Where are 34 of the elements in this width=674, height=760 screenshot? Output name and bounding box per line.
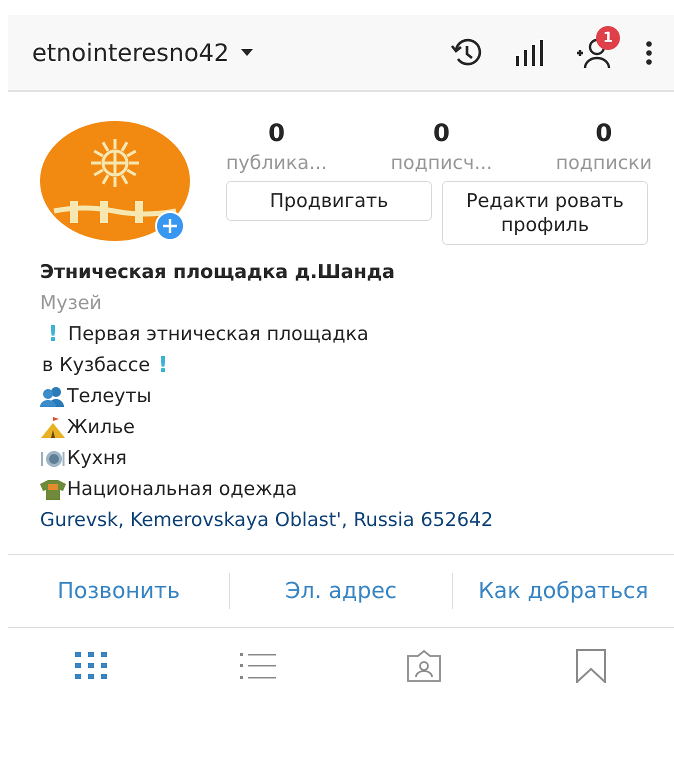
bookmark-icon[interactable]: [576, 648, 606, 682]
profile-category: Музей: [40, 291, 103, 316]
username[interactable]: etnointeresno42: [32, 38, 230, 66]
history-icon[interactable]: [450, 38, 482, 68]
bar-chart-icon[interactable]: [516, 40, 546, 66]
people-icon: [40, 386, 66, 406]
bio-line: Национальная одежда: [67, 477, 298, 502]
email-button[interactable]: Эл. адрес: [230, 578, 452, 604]
list-icon[interactable]: [240, 652, 276, 680]
stat-count[interactable]: 0: [433, 117, 450, 149]
plate-icon: [40, 450, 66, 468]
bio-line: Телеуты: [67, 384, 152, 409]
bio-line: в Кузбассе: [42, 353, 150, 378]
call-button[interactable]: Позвонить: [8, 578, 230, 604]
clothes-icon: [40, 480, 66, 500]
stat-count[interactable]: 0: [268, 117, 285, 149]
bio-line: Жилье: [67, 415, 135, 440]
tagged-photos-icon[interactable]: [405, 650, 444, 682]
bio-line: Кухня: [67, 446, 127, 471]
exclamation-mark: !: [48, 321, 58, 349]
profile-name: Этническая площадка д.Шанда: [40, 260, 396, 285]
stat-count[interactable]: 0: [596, 117, 612, 149]
edit-profile-button[interactable]: Редакти ровать профиль: [442, 181, 648, 245]
add-story-icon[interactable]: [155, 211, 185, 241]
bio-line: Первая этническая площадка: [68, 322, 369, 347]
grid-icon[interactable]: [75, 652, 108, 679]
directions-button[interactable]: Как добраться: [452, 578, 674, 604]
notification-badge: 1: [596, 26, 620, 50]
tent-icon: [40, 416, 66, 438]
promote-button[interactable]: Продвигать: [226, 181, 432, 221]
exclamation-mark: !: [158, 352, 168, 380]
address-link[interactable]: Gurevsk, Kemerovskaya Oblast', Russia 652642: [40, 505, 654, 536]
more-options-icon[interactable]: [646, 40, 652, 64]
dropdown-icon[interactable]: [241, 49, 254, 56]
